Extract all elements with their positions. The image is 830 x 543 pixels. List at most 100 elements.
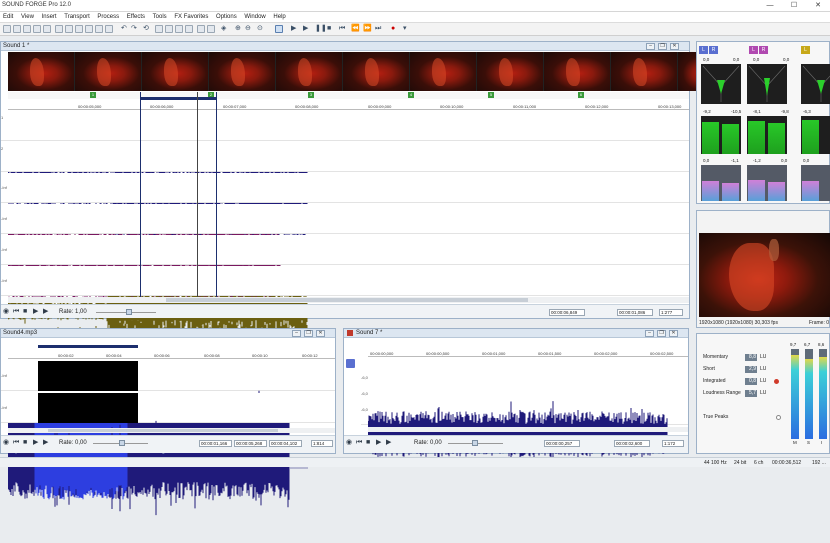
audio-track[interactable]: -Inf [1,361,335,482]
go-end-icon[interactable]: ⏭ [375,24,381,33]
menu-edit[interactable]: Edit [0,12,16,20]
forward-icon[interactable]: ⏩ [363,24,372,33]
zoom-ratio-display[interactable]: 1:277 [659,309,683,316]
rewind-icon[interactable]: ⏪ [351,24,360,33]
marker-icon[interactable]: ▾ [403,24,407,33]
go-start-icon[interactable]: ⏮ [339,24,345,33]
pause-icon[interactable]: ❚❚ [315,24,327,33]
new-file-icon[interactable] [3,25,11,33]
record-icon[interactable]: ◉ [346,439,352,447]
close-window-button[interactable]: ✕ [316,330,325,337]
position-display[interactable]: 00:00:00,257 [544,440,580,447]
save-icon[interactable] [23,25,31,33]
stop-icon[interactable]: ■ [366,439,370,447]
magnify-tool-icon[interactable] [165,25,173,33]
marker-flag[interactable]: 4 [408,92,414,98]
marker-flag[interactable]: 3 [308,92,314,98]
maximize-button[interactable]: ☐ [782,0,806,12]
stop-icon[interactable]: ■ [23,439,27,447]
selection-length-display[interactable]: 00:00:04,102 [269,440,302,447]
minimize-window-button[interactable]: – [645,330,654,337]
loop-icon[interactable] [275,25,283,33]
selection-bar[interactable] [38,345,138,348]
menu-window[interactable]: Window [241,12,268,20]
channel-button-r[interactable]: R [709,46,718,54]
audio-track[interactable]: -Inf [1,204,689,312]
close-window-button[interactable]: ✕ [670,43,679,50]
save-all-icon[interactable] [33,25,41,33]
trim-icon[interactable] [95,25,103,33]
menu-fx-favorites[interactable]: FX Favorites [171,12,211,20]
marker-flag[interactable]: 6 [578,92,584,98]
undo-icon[interactable]: ↶ [121,24,127,33]
record-icon[interactable]: ◉ [3,308,9,316]
play-all-icon[interactable]: ▶ [43,308,48,316]
play-all-icon[interactable]: ▶ [386,439,391,447]
zoom-normal-icon[interactable]: ⊙ [257,24,263,33]
go-start-icon[interactable]: ⏮ [356,439,362,447]
rate-slider-thumb[interactable] [472,440,478,446]
channel-button-r[interactable]: R [759,46,768,54]
menu-options[interactable]: Options [213,12,240,20]
play-all-icon[interactable]: ▶ [291,24,296,33]
menu-help[interactable]: Help [270,12,288,20]
pencil-tool-icon[interactable] [175,25,183,33]
stop-icon[interactable]: ■ [327,24,331,33]
audio-track[interactable]: 2 [1,142,689,250]
rate-slider-thumb[interactable] [126,309,132,315]
mix-icon[interactable] [85,25,93,33]
restore-window-button[interactable]: ❐ [657,330,666,337]
rate-slider-thumb[interactable] [119,440,125,446]
selection-length-display[interactable]: 00:00:02,600 [614,440,650,447]
audio-track[interactable]: -Inf [1,173,689,282]
audio-track[interactable]: -Inf [1,393,335,516]
horizontal-scrollbar[interactable] [8,297,689,303]
selection-start-line[interactable] [140,92,141,297]
open-file-icon[interactable] [13,25,21,33]
scrollbar-thumb[interactable] [166,298,528,302]
horizontal-scrollbar[interactable] [8,428,335,433]
marker-flag[interactable]: 1 [90,92,96,98]
horizontal-scrollbar[interactable] [368,427,688,432]
zoom-in-icon[interactable]: ⊕ [235,24,241,33]
play-icon[interactable]: ▶ [33,308,38,316]
close-window-button[interactable]: ✕ [669,330,678,337]
play-icon[interactable]: ▶ [376,439,381,447]
marker-flag[interactable]: 5 [488,92,494,98]
video-strip[interactable] [8,52,719,91]
go-start-icon[interactable]: ⏮ [13,308,19,316]
zoom-ratio-display[interactable]: 1:814 [311,440,333,447]
minimize-button[interactable]: — [758,0,782,12]
go-start-icon[interactable]: ⏮ [13,439,19,447]
minimize-window-button[interactable]: – [646,43,655,50]
reset-icon[interactable] [774,379,779,384]
channel-button-l[interactable]: L [749,46,758,54]
close-button[interactable]: ✕ [806,0,830,12]
restore-window-button[interactable]: ❐ [658,43,667,50]
envelope-tool-icon[interactable] [185,25,193,33]
channel-button-l[interactable]: L [801,46,810,54]
play-icon[interactable]: ▶ [303,24,308,33]
audio-track[interactable]: 1 [1,111,689,219]
record-icon[interactable]: ● [391,24,395,33]
audio-track[interactable]: -Inf [1,235,689,343]
menu-transport[interactable]: Transport [61,12,92,20]
position-display[interactable]: 00:00:06,849 [549,309,585,316]
scrollbar-thumb[interactable] [48,429,278,432]
menu-insert[interactable]: Insert [39,12,60,20]
time-ruler[interactable]: 00:00:05,000 00:00:06,000 00:00:07,000 0… [8,100,689,110]
play-all-icon[interactable]: ▶ [43,439,48,447]
minimize-window-button[interactable]: – [292,330,301,337]
zoom-ratio-display[interactable]: 1:172 [662,440,684,447]
repeat-icon[interactable]: ⟲ [143,24,149,33]
record-icon[interactable]: ◉ [3,439,9,447]
time-ruler[interactable]: 00:00:00,000 00:00:00,500 00:00:01,000 0… [368,347,688,357]
grid-icon[interactable] [207,25,215,33]
paste-icon[interactable] [75,25,83,33]
copy-icon[interactable] [65,25,73,33]
menu-tools[interactable]: Tools [150,12,170,20]
menu-process[interactable]: Process [94,12,122,20]
events-icon[interactable]: ◈ [221,24,226,33]
stop-icon[interactable]: ■ [23,308,27,316]
selection-end-line[interactable] [216,92,217,297]
